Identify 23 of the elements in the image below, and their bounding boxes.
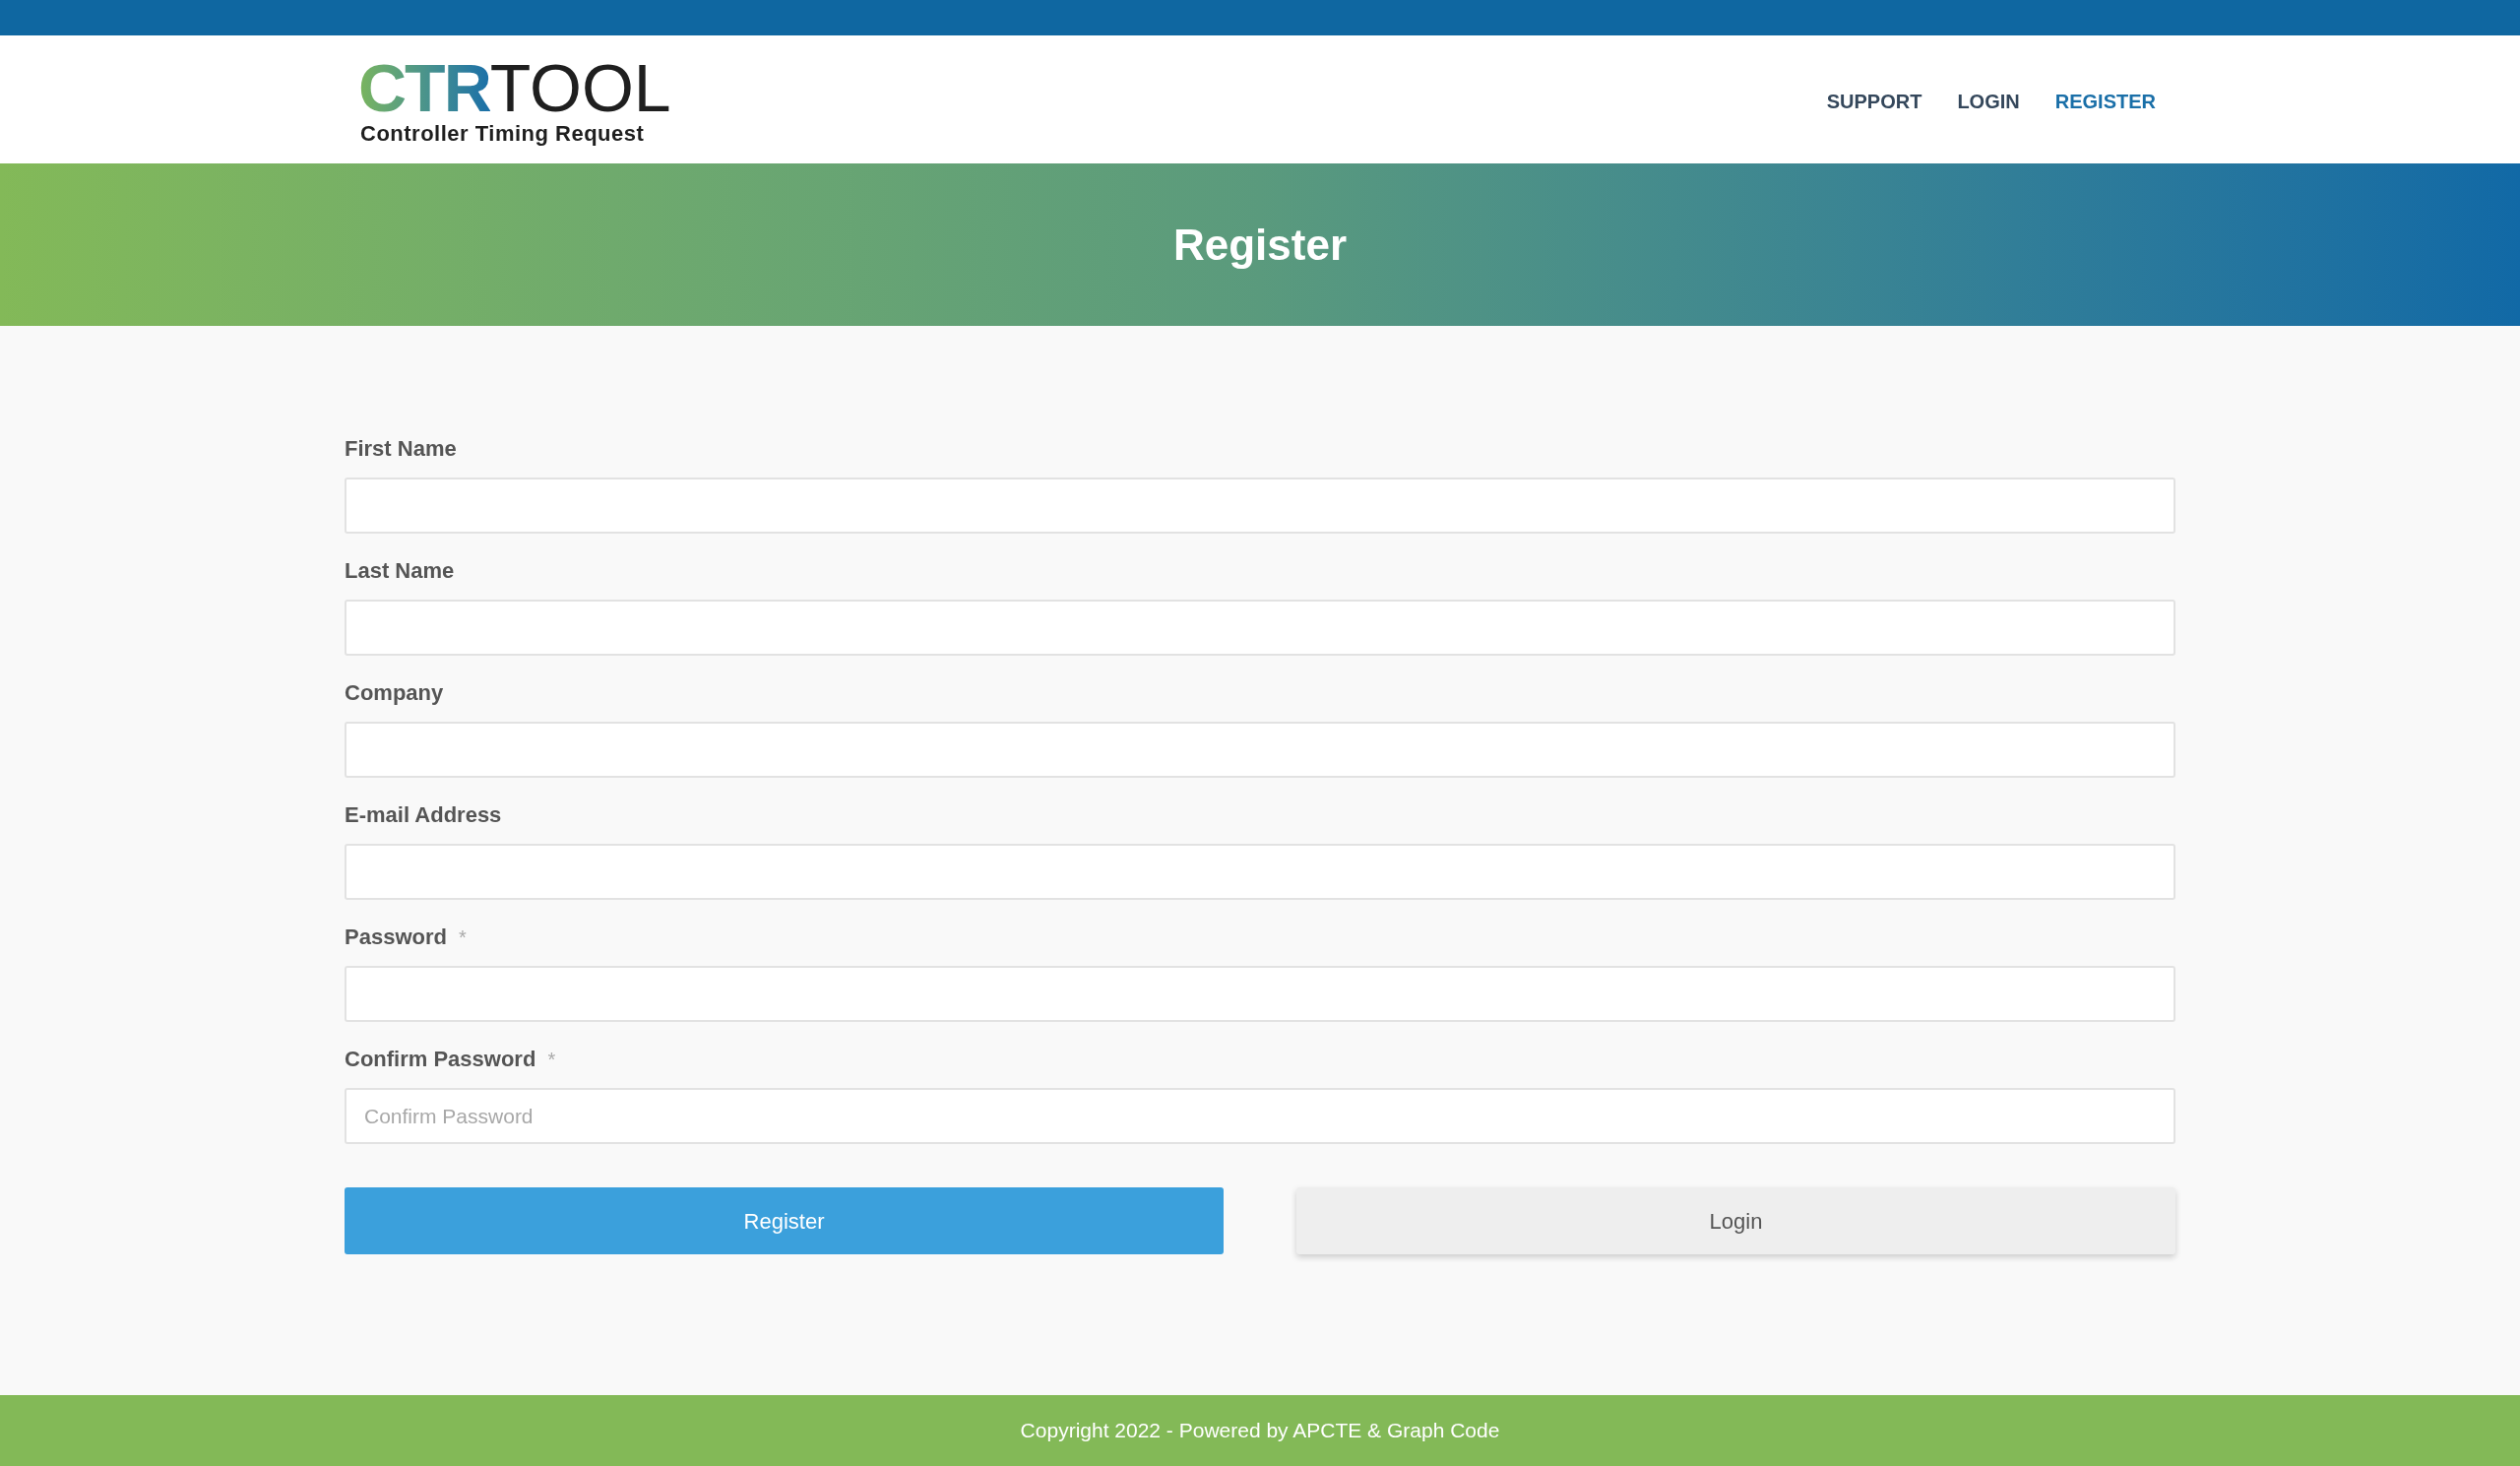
input-field[interactable] <box>345 844 2175 900</box>
field-label: First Name <box>345 435 457 463</box>
nav-link[interactable]: SUPPORT <box>1826 87 1922 116</box>
field-label: Confirm Password <box>345 1046 536 1073</box>
input-field[interactable] <box>345 600 2175 656</box>
logo-word: TOOL <box>489 54 671 121</box>
copyright-text: Copyright 2022 - Powered by APCTE & Graph Code <box>1020 1418 1500 1444</box>
logo-tagline: Controller Timing Request <box>360 123 646 145</box>
input-field[interactable]: Confirm Password <box>345 1088 2175 1144</box>
required-mark: * <box>547 1048 556 1072</box>
input-field[interactable] <box>345 478 2175 534</box>
field-label: E-mail Address <box>345 801 502 829</box>
required-mark: * <box>458 925 467 950</box>
login-button[interactable]: Login <box>1296 1187 2175 1254</box>
field-label: Company <box>345 679 444 707</box>
logo[interactable]: CTRTOOL Controller Timing Request <box>358 54 671 145</box>
page-title: Register <box>1172 219 1348 271</box>
nav-link[interactable]: REGISTER <box>2054 87 2156 116</box>
input-field[interactable] <box>345 966 2175 1022</box>
input-field[interactable] <box>345 722 2175 778</box>
field-label: Last Name <box>345 557 455 585</box>
field-label: Password <box>345 924 447 951</box>
nav-link[interactable]: LOGIN <box>1957 87 2020 116</box>
